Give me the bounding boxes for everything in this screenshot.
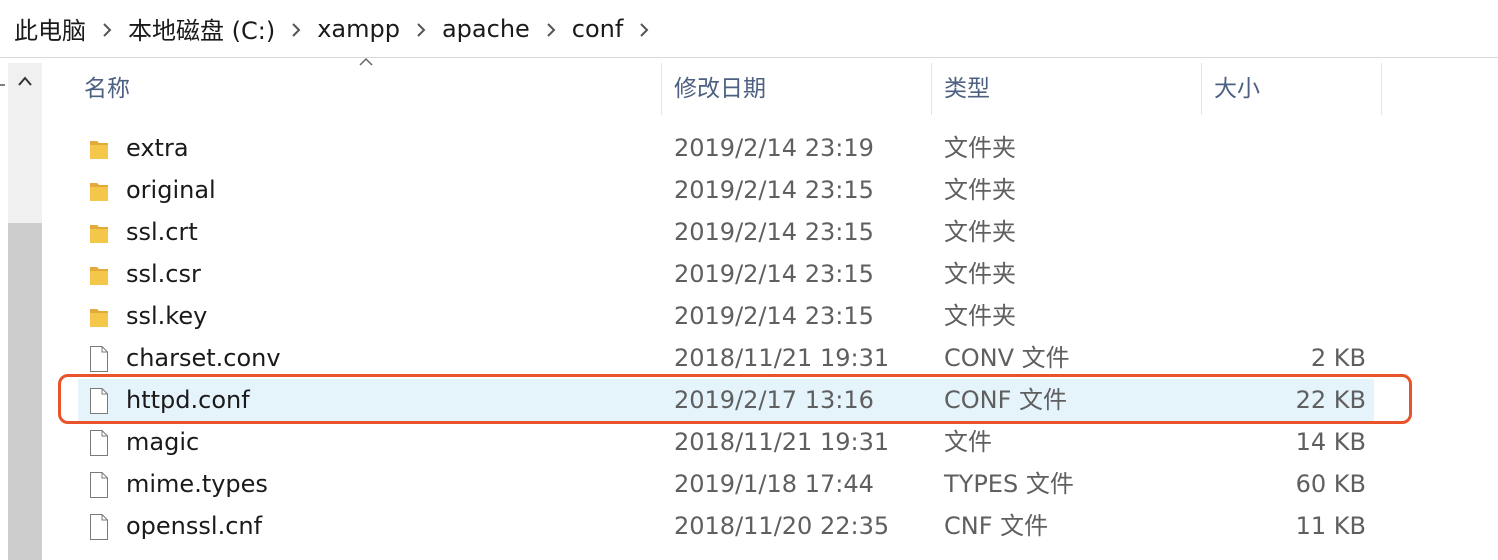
file-name: charset.conv [126, 344, 281, 372]
file-name: ssl.csr [126, 260, 201, 288]
file-type: 文件夹 [944, 176, 1016, 204]
file-date: 2019/1/18 17:44 [674, 470, 874, 498]
file-name: ssl.crt [126, 218, 198, 246]
file-type: 文件夹 [944, 218, 1016, 246]
column-divider[interactable] [1201, 63, 1202, 115]
breadcrumb-item-xampp[interactable]: xampp [315, 15, 402, 43]
file-name: original [126, 176, 216, 204]
folder-icon [88, 302, 110, 330]
folder-icon [88, 134, 110, 162]
file-date: 2019/2/14 23:15 [674, 302, 874, 330]
file-size: 60 KB [1295, 470, 1366, 498]
column-header-name[interactable]: 名称 [84, 63, 130, 115]
breadcrumb-item-local-disk[interactable]: 本地磁盘 (C:) [126, 11, 277, 46]
file-type: 文件夹 [944, 302, 1016, 330]
file-name: extra [126, 134, 189, 162]
breadcrumb-item-conf[interactable]: conf [570, 15, 626, 43]
file-date: 2018/11/21 19:31 [674, 428, 890, 456]
file-name: openssl.cnf [126, 512, 263, 540]
list-item[interactable]: original 2019/2/14 23:15 文件夹 [78, 169, 1374, 211]
chevron-right-icon[interactable] [88, 15, 126, 43]
file-size: 11 KB [1295, 512, 1366, 540]
breadcrumb: 此电脑 本地磁盘 (C:) xampp apache conf [0, 0, 1498, 58]
file-date: 2019/2/17 13:16 [674, 386, 874, 414]
vertical-scrollbar[interactable] [8, 63, 42, 560]
list-item[interactable]: extra 2019/2/14 23:19 文件夹 [78, 127, 1374, 169]
file-icon [88, 386, 110, 414]
file-icon [88, 344, 110, 372]
list-item[interactable]: ssl.crt 2019/2/14 23:15 文件夹 [78, 211, 1374, 253]
list-item[interactable]: charset.conv 2018/11/21 19:31 CONV 文件 2 … [78, 337, 1374, 379]
sort-ascending-icon [359, 57, 373, 66]
file-date: 2018/11/21 19:31 [674, 344, 890, 372]
column-header-date[interactable]: 修改日期 [674, 63, 766, 115]
breadcrumb-item-this-pc[interactable]: 此电脑 [12, 11, 88, 46]
file-date: 2019/2/14 23:15 [674, 176, 874, 204]
list-item[interactable]: openssl.cnf 2018/11/20 22:35 CNF 文件 11 K… [78, 505, 1374, 547]
column-divider[interactable] [931, 63, 932, 115]
column-header-type[interactable]: 类型 [944, 63, 990, 115]
scrollbar-thumb[interactable] [8, 223, 42, 560]
chevron-right-icon[interactable] [625, 15, 663, 43]
chevron-right-icon[interactable] [402, 15, 440, 43]
chevron-right-icon[interactable] [277, 15, 315, 43]
file-type: CONF 文件 [944, 386, 1068, 414]
list-item-selected[interactable]: httpd.conf 2019/2/17 13:16 CONF 文件 22 KB [78, 379, 1374, 421]
folder-icon [88, 218, 110, 246]
file-type: 文件夹 [944, 134, 1016, 162]
file-size: 2 KB [1310, 344, 1366, 372]
folder-icon [88, 176, 110, 204]
column-header-size[interactable]: 大小 [1214, 63, 1260, 115]
file-icon [88, 512, 110, 540]
file-name: mime.types [126, 470, 268, 498]
file-name: ssl.key [126, 302, 208, 330]
list-item[interactable]: mime.types 2019/1/18 17:44 TYPES 文件 60 K… [78, 463, 1374, 505]
file-type: TYPES 文件 [944, 470, 1074, 498]
pane-divider [0, 84, 5, 86]
file-icon [88, 470, 110, 498]
folder-icon [88, 260, 110, 288]
breadcrumb-item-apache[interactable]: apache [440, 15, 532, 43]
list-item[interactable]: ssl.key 2019/2/14 23:15 文件夹 [78, 295, 1374, 337]
file-date: 2019/2/14 23:15 [674, 218, 874, 246]
list-item[interactable]: ssl.csr 2019/2/14 23:15 文件夹 [78, 253, 1374, 295]
file-type: CONV 文件 [944, 344, 1070, 372]
file-date: 2018/11/20 22:35 [674, 512, 890, 540]
column-header: 名称 修改日期 类型 大小 [60, 57, 1382, 115]
file-size: 14 KB [1295, 428, 1366, 456]
file-icon [88, 428, 110, 456]
column-divider[interactable] [661, 63, 662, 115]
file-type: 文件 [944, 428, 992, 456]
file-date: 2019/2/14 23:15 [674, 260, 874, 288]
column-divider[interactable] [1381, 63, 1382, 115]
scroll-up-arrow-icon[interactable] [8, 63, 42, 99]
chevron-right-icon[interactable] [532, 15, 570, 43]
file-type: CNF 文件 [944, 512, 1049, 540]
file-name: magic [126, 428, 200, 456]
file-date: 2019/2/14 23:19 [674, 134, 874, 162]
file-size: 22 KB [1295, 386, 1366, 414]
file-name: httpd.conf [126, 386, 250, 414]
list-item[interactable]: magic 2018/11/21 19:31 文件 14 KB [78, 421, 1374, 463]
file-type: 文件夹 [944, 260, 1016, 288]
